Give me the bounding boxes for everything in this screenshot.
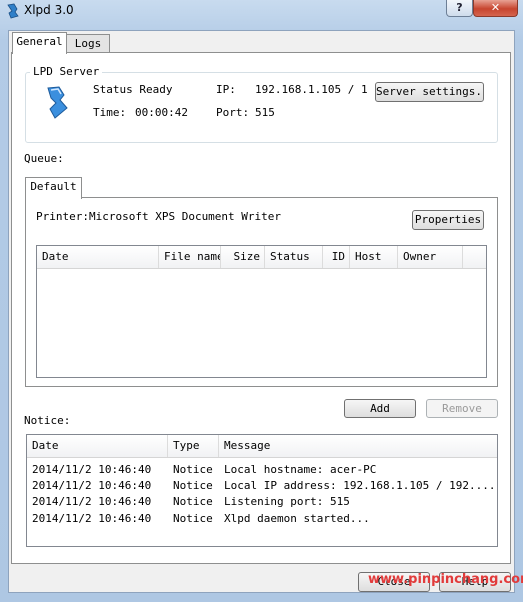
col-date[interactable]: Date xyxy=(37,246,159,268)
server-status-icon xyxy=(47,86,68,119)
col-status[interactable]: Status xyxy=(265,246,323,268)
log-message: Local hostname: acer-PC xyxy=(224,463,377,476)
server-status: Status Ready xyxy=(93,83,173,96)
title-bar[interactable]: Xlpd 3.0 ? ✕ xyxy=(0,0,523,22)
col-notice-date[interactable]: Date xyxy=(27,435,168,457)
log-type: Notice xyxy=(173,512,213,525)
log-message: Listening port: 515 xyxy=(224,495,350,508)
ip-value: 192.168.1.105 / 1 xyxy=(255,83,368,96)
col-host[interactable]: Host xyxy=(350,246,398,268)
remove-button: Remove xyxy=(426,399,498,418)
ip-label: IP: xyxy=(216,83,236,96)
properties-button[interactable]: Properties xyxy=(412,210,484,230)
log-row[interactable]: 2014/11/2 10:46:40 Notice Local IP addre… xyxy=(27,477,497,494)
lpd-server-group: LPD Server Status Ready Time: 00:00:42 I… xyxy=(25,65,498,143)
tab-default-queue[interactable]: Default xyxy=(25,177,82,199)
port-label: Port: xyxy=(216,106,250,119)
log-row[interactable]: 2014/11/2 10:46:40 Notice Xlpd daemon st… xyxy=(27,510,497,527)
log-date: 2014/11/2 10:46:40 xyxy=(32,479,152,492)
port-value: 515 xyxy=(255,106,275,119)
help-button[interactable]: Help xyxy=(439,572,511,592)
tab-logs[interactable]: Logs xyxy=(66,34,110,54)
notice-label: Notice: xyxy=(24,414,71,427)
tab-general[interactable]: General xyxy=(12,32,67,54)
col-id[interactable]: ID xyxy=(323,246,350,268)
log-date: 2014/11/2 10:46:40 xyxy=(32,512,152,525)
notice-list-header: Date Type Message xyxy=(27,435,497,458)
app-window: Xlpd 3.0 ? ✕ General Logs LPD Server Sta… xyxy=(0,0,523,602)
log-message: Local IP address: 192.168.1.105 / 192...… xyxy=(224,479,496,492)
col-notice-message[interactable]: Message xyxy=(219,435,497,457)
add-button[interactable]: Add xyxy=(344,399,416,418)
col-size[interactable]: Size xyxy=(221,246,265,268)
server-settings-button[interactable]: Server settings... xyxy=(375,82,484,102)
queue-panel: Printer:Microsoft XPS Document Writer Pr… xyxy=(25,197,498,387)
log-row[interactable]: 2014/11/2 10:46:40 Notice Local hostname… xyxy=(27,461,497,478)
log-type: Notice xyxy=(173,463,213,476)
log-date: 2014/11/2 10:46:40 xyxy=(32,463,152,476)
notice-log-list[interactable]: Date Type Message 2014/11/2 10:46:40 Not… xyxy=(26,434,498,547)
queue-job-list[interactable]: Date File name Size Status ID Host Owner xyxy=(36,245,487,378)
log-row[interactable]: 2014/11/2 10:46:40 Notice Listening port… xyxy=(27,493,497,510)
printer-name: Printer:Microsoft XPS Document Writer xyxy=(36,210,282,223)
col-notice-type[interactable]: Type xyxy=(168,435,219,457)
lpd-server-legend: LPD Server xyxy=(30,65,103,78)
close-button[interactable]: Close xyxy=(358,572,430,592)
time-label: Time: xyxy=(93,106,127,119)
window-title: Xlpd 3.0 xyxy=(24,3,74,17)
queue-label: Queue: xyxy=(24,152,64,165)
general-panel: LPD Server Status Ready Time: 00:00:42 I… xyxy=(11,52,511,564)
col-owner[interactable]: Owner xyxy=(398,246,463,268)
printer-app-icon xyxy=(7,3,19,19)
title-help-button[interactable]: ? xyxy=(446,0,473,17)
time-value: 00:00:42 xyxy=(135,106,188,119)
log-type: Notice xyxy=(173,495,213,508)
col-file-name[interactable]: File name xyxy=(159,246,221,268)
queue-list-header: Date File name Size Status ID Host Owner xyxy=(37,246,486,269)
log-date: 2014/11/2 10:46:40 xyxy=(32,495,152,508)
log-message: Xlpd daemon started... xyxy=(224,512,370,525)
log-type: Notice xyxy=(173,479,213,492)
title-close-button[interactable]: ✕ xyxy=(473,0,518,17)
